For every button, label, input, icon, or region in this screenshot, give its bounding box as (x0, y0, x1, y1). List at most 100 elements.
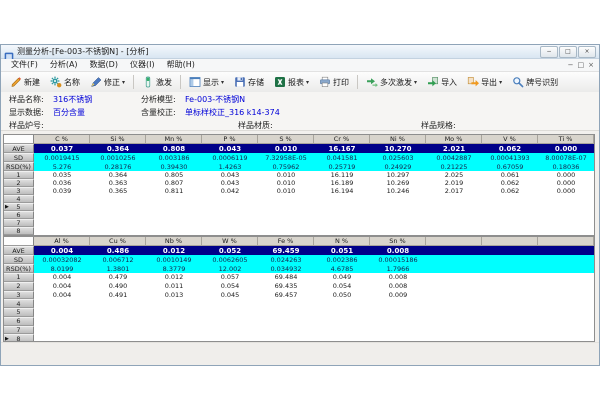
column-header[interactable]: Mo % (426, 135, 482, 144)
cell[interactable] (314, 227, 370, 235)
cell[interactable] (538, 334, 594, 342)
cell[interactable] (34, 219, 90, 227)
row-header[interactable]: RSD(%) (4, 162, 34, 171)
cell[interactable] (482, 264, 538, 273)
cell[interactable] (538, 219, 594, 227)
cell[interactable]: 0.000 (538, 171, 594, 179)
row-header[interactable]: 2 (4, 282, 34, 291)
cell[interactable] (258, 227, 314, 235)
row-header[interactable]: 7 (4, 219, 34, 227)
cell[interactable]: 69.459 (258, 246, 314, 255)
cell[interactable]: 0.042 (202, 187, 258, 195)
mdi-restore-button[interactable]: □ (578, 60, 585, 71)
cell[interactable]: 0.010 (258, 179, 314, 187)
cell[interactable] (426, 219, 482, 227)
cell[interactable]: 69.484 (258, 273, 314, 282)
cell[interactable]: 0.010 (258, 144, 314, 153)
cell[interactable] (90, 227, 146, 235)
cell[interactable]: 0.000 (538, 144, 594, 153)
cell[interactable]: 0.011 (146, 282, 202, 291)
cell[interactable]: 0.491 (90, 291, 146, 300)
row-header[interactable]: 4 (4, 299, 34, 308)
cell[interactable] (34, 308, 90, 317)
cell[interactable] (314, 317, 370, 326)
cell[interactable]: 0.00032082 (34, 255, 90, 264)
row-header[interactable]: 6 (4, 317, 34, 326)
cell[interactable] (426, 291, 482, 300)
cell[interactable] (426, 334, 482, 342)
menu-item[interactable]: 分析(A) (44, 59, 84, 71)
cell[interactable]: 0.0010256 (90, 153, 146, 162)
cell[interactable]: 0.043 (202, 171, 258, 179)
cell[interactable] (538, 246, 594, 255)
cell[interactable]: 8.00078E-07 (538, 153, 594, 162)
cell[interactable] (146, 299, 202, 308)
cell[interactable]: 69.457 (258, 291, 314, 300)
cell[interactable] (370, 334, 426, 342)
column-header[interactable]: Cr % (314, 135, 370, 144)
cell[interactable]: 1.3801 (90, 264, 146, 273)
toolbar-button-display-window[interactable]: 显示▾ (184, 73, 229, 92)
cell[interactable] (482, 227, 538, 235)
cell[interactable] (482, 299, 538, 308)
row-header[interactable]: 2 (4, 179, 34, 187)
cell[interactable] (258, 211, 314, 219)
cell[interactable]: 0.062 (482, 144, 538, 153)
cell[interactable] (482, 326, 538, 335)
cell[interactable]: 0.002386 (314, 255, 370, 264)
row-header[interactable]: RSD(%) (4, 264, 34, 273)
toolbar-button-pencil[interactable]: 新建 (5, 73, 45, 92)
cell[interactable]: 1.4263 (202, 162, 258, 171)
cell[interactable] (90, 195, 146, 203)
cell[interactable]: 0.67059 (482, 162, 538, 171)
cell[interactable] (314, 334, 370, 342)
cell[interactable] (426, 317, 482, 326)
cell[interactable]: 0.004 (34, 282, 90, 291)
cell[interactable]: 0.010 (258, 187, 314, 195)
cell[interactable] (34, 211, 90, 219)
cell[interactable] (538, 291, 594, 300)
cell[interactable]: 0.006712 (90, 255, 146, 264)
cell[interactable] (202, 195, 258, 203)
row-header[interactable]: 8▶ (4, 334, 34, 342)
cell[interactable] (482, 308, 538, 317)
cell[interactable]: 16.167 (314, 144, 370, 153)
row-header[interactable]: 5▶ (4, 203, 34, 211)
column-header[interactable]: W % (202, 237, 258, 246)
cell[interactable]: 0.0062605 (202, 255, 258, 264)
mdi-minimize-button[interactable]: − (568, 60, 574, 71)
cell[interactable] (146, 334, 202, 342)
cell[interactable] (34, 227, 90, 235)
row-header[interactable]: 6 (4, 211, 34, 219)
cell[interactable] (538, 308, 594, 317)
row-header[interactable]: 5 (4, 308, 34, 317)
cell[interactable] (538, 264, 594, 273)
toolbar-button-save-disk[interactable]: 存储 (229, 73, 269, 92)
cell[interactable]: 0.061 (482, 171, 538, 179)
cell[interactable] (258, 317, 314, 326)
cell[interactable]: 0.28176 (90, 162, 146, 171)
cell[interactable]: 0.00041393 (482, 153, 538, 162)
column-header[interactable]: Nb % (146, 237, 202, 246)
column-header[interactable]: V % (482, 135, 538, 144)
cell[interactable] (90, 299, 146, 308)
cell[interactable] (202, 334, 258, 342)
cell[interactable]: 5.276 (34, 162, 90, 171)
cell[interactable]: 0.000 (538, 179, 594, 187)
cell[interactable] (426, 227, 482, 235)
cell[interactable] (370, 219, 426, 227)
column-header[interactable]: S % (258, 135, 314, 144)
cell[interactable]: 0.025603 (370, 153, 426, 162)
cell[interactable]: 16.189 (314, 179, 370, 187)
cell[interactable] (34, 317, 90, 326)
cell[interactable]: 1.7966 (370, 264, 426, 273)
cell[interactable] (370, 203, 426, 211)
cell[interactable]: 0.807 (146, 179, 202, 187)
cell[interactable] (90, 326, 146, 335)
cell[interactable] (538, 195, 594, 203)
cell[interactable] (34, 195, 90, 203)
cell[interactable] (426, 273, 482, 282)
close-button[interactable]: × (578, 46, 596, 58)
cell[interactable] (146, 326, 202, 335)
cell[interactable] (202, 326, 258, 335)
